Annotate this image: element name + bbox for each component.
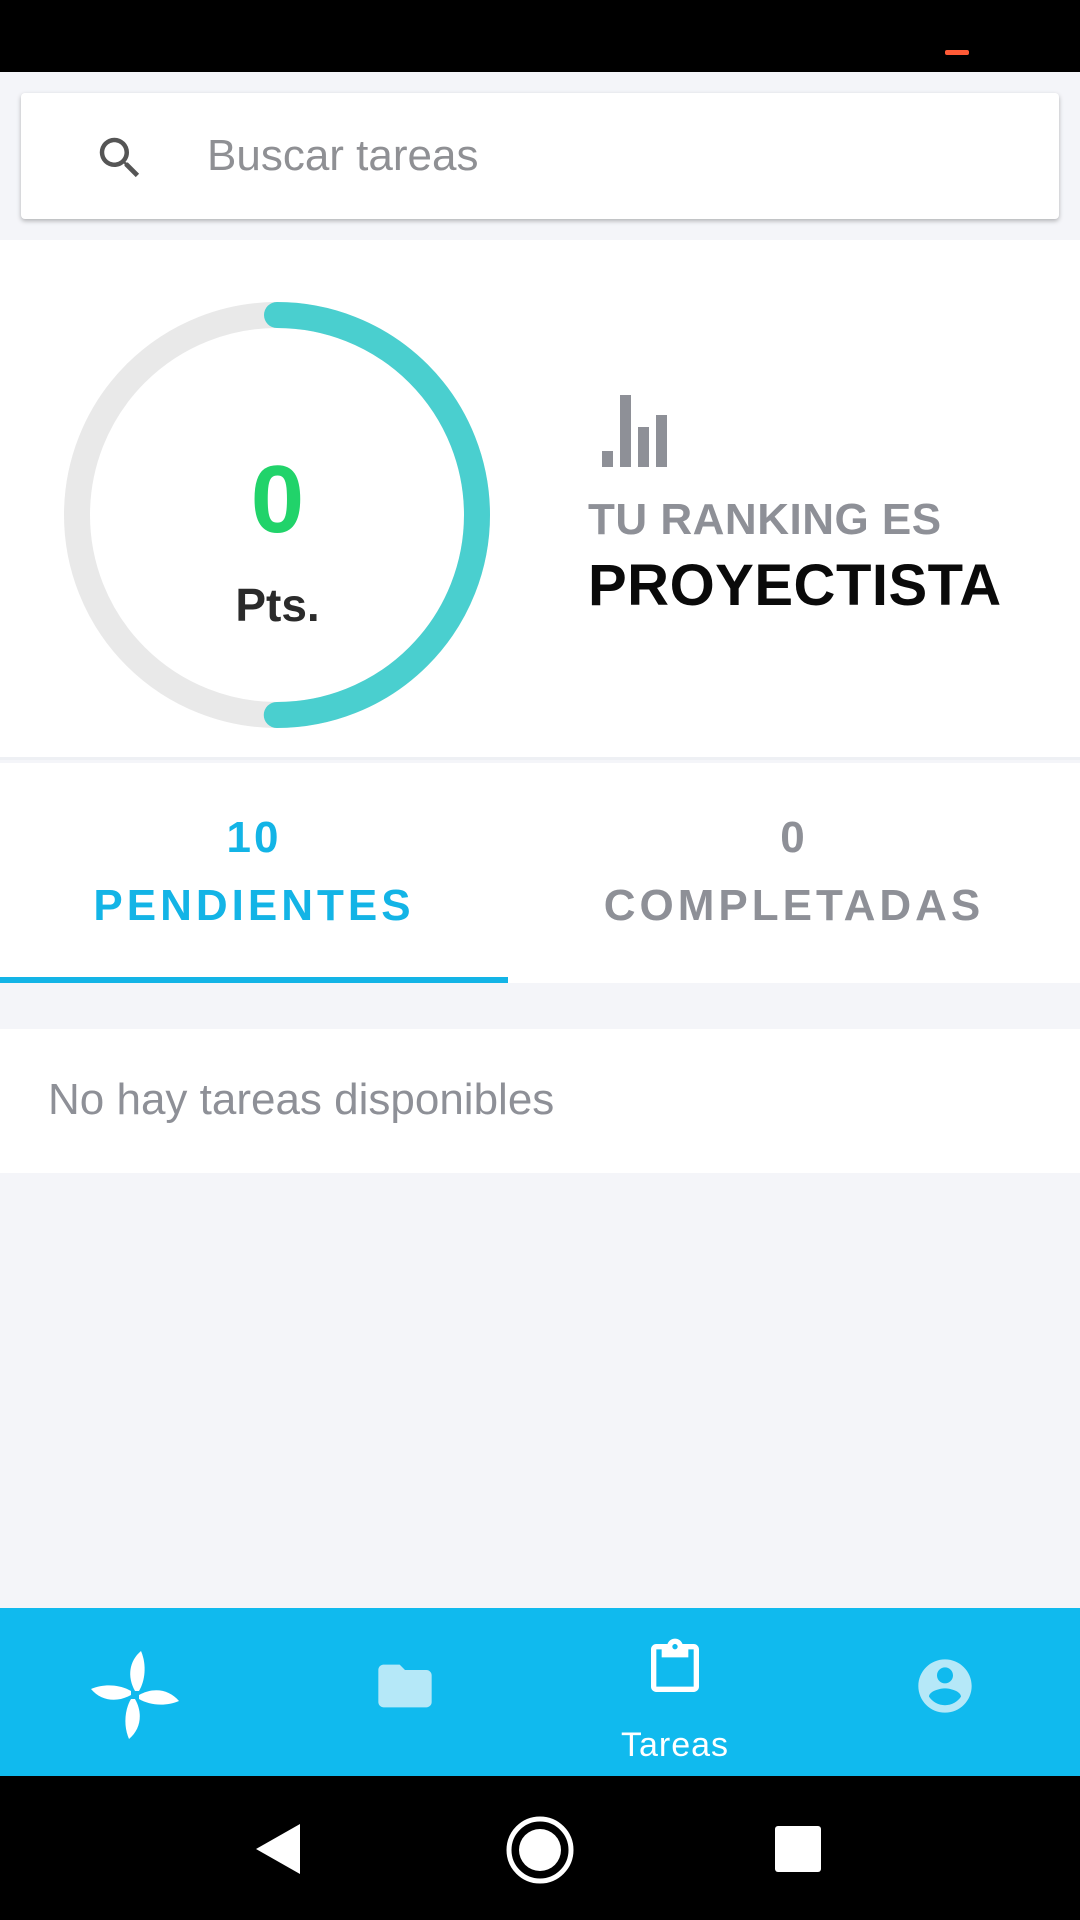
bottom-navigation: Tareas bbox=[0, 1608, 1080, 1776]
task-tabs: 10 PENDIENTES 0 COMPLETADAS bbox=[0, 763, 1080, 983]
account-circle-icon bbox=[918, 1659, 972, 1713]
bar-chart-icon bbox=[602, 395, 667, 467]
empty-task-list: No hay tareas disponibles bbox=[0, 1029, 1080, 1173]
nav-item-home[interactable] bbox=[0, 1608, 270, 1776]
tab-completadas-count: 0 bbox=[780, 813, 808, 862]
tab-pendientes[interactable]: 10 PENDIENTES bbox=[0, 763, 508, 983]
nav-item-profile[interactable] bbox=[810, 1608, 1080, 1776]
pinwheel-logo-icon bbox=[91, 1651, 179, 1739]
folder-icon bbox=[378, 1664, 432, 1708]
tab-pendientes-label: PENDIENTES bbox=[93, 881, 415, 930]
tab-completadas[interactable]: 0 COMPLETADAS bbox=[508, 763, 1080, 983]
recents-icon[interactable] bbox=[775, 1826, 821, 1872]
search-area bbox=[0, 72, 1080, 240]
empty-message: No hay tareas disponibles bbox=[48, 1075, 555, 1124]
clipboard-icon bbox=[651, 1638, 699, 1692]
score-panel: 0 Pts. TU RANKING ES PROYECTISTA bbox=[0, 240, 1080, 760]
status-indicator bbox=[945, 50, 969, 55]
search-bar[interactable] bbox=[21, 93, 1059, 219]
back-icon[interactable] bbox=[252, 1822, 304, 1876]
tab-completadas-label: COMPLETADAS bbox=[603, 881, 985, 930]
tab-pendientes-count: 10 bbox=[226, 813, 282, 862]
nav-item-projects[interactable] bbox=[270, 1608, 540, 1776]
points-value: 0 bbox=[250, 446, 305, 553]
status-bar bbox=[0, 0, 1080, 72]
ranking-value: PROYECTISTA bbox=[588, 553, 1002, 618]
search-icon[interactable] bbox=[93, 131, 147, 185]
search-input[interactable] bbox=[207, 121, 1007, 191]
active-tab-indicator bbox=[0, 977, 508, 983]
nav-item-tareas[interactable]: Tareas bbox=[540, 1608, 810, 1776]
points-unit: Pts. bbox=[235, 579, 320, 631]
nav-item-tareas-label: Tareas bbox=[620, 1726, 730, 1764]
ranking-label: TU RANKING ES bbox=[588, 495, 942, 544]
system-navigation-bar bbox=[0, 1776, 1080, 1920]
home-icon[interactable] bbox=[506, 1816, 574, 1884]
